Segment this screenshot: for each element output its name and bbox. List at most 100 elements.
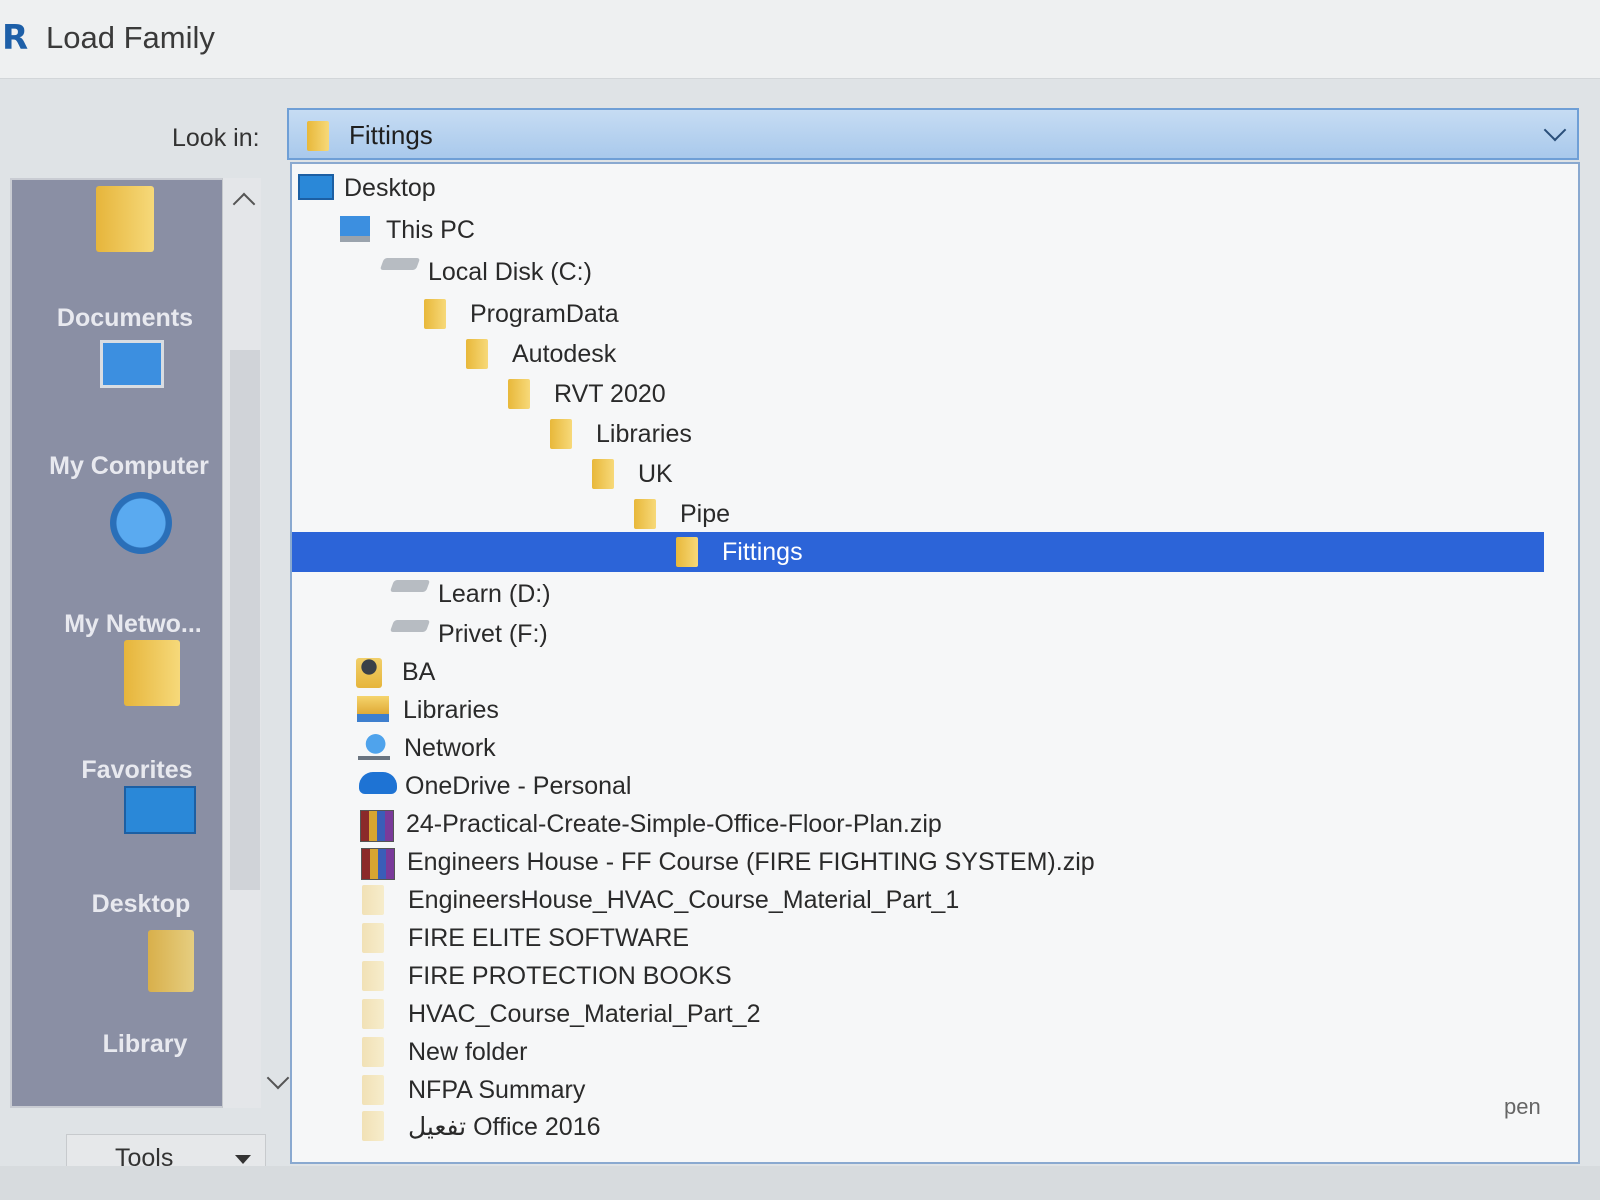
dropdown-item[interactable]: Pipe <box>292 494 1544 534</box>
dropdown-item[interactable]: HVAC_Course_Material_Part_2 <box>292 994 1544 1034</box>
places-item-label: Desktop <box>91 890 191 918</box>
libraries-icon <box>357 696 389 722</box>
dropdown-item[interactable]: BA <box>292 652 1544 692</box>
scroll-down-icon[interactable] <box>266 1066 290 1090</box>
bottom-strip <box>0 1166 1600 1200</box>
dropdown-item-label: RVT 2020 <box>554 380 666 408</box>
dropdown-item-label: FIRE PROTECTION BOOKS <box>408 962 732 990</box>
places-item-label: My Netwo... <box>64 610 202 638</box>
dropdown-item[interactable]: EngineersHouse_HVAC_Course_Material_Part… <box>292 880 1544 920</box>
folder-icon <box>362 885 384 915</box>
dropdown-item-label: EngineersHouse_HVAC_Course_Material_Part… <box>408 886 960 914</box>
folder-icon <box>362 923 384 953</box>
dropdown-item-label: Pipe <box>680 500 731 528</box>
dropdown-item[interactable]: RVT 2020 <box>292 374 1544 414</box>
dropdown-item-label: NFPA Summary <box>408 1076 586 1104</box>
dropdown-item-label: Libraries <box>596 420 692 448</box>
places-item-label: Favorites <box>81 756 193 784</box>
dropdown-item-label: OneDrive - Personal <box>405 772 632 800</box>
drive-icon <box>389 620 431 632</box>
dropdown-item[interactable]: OneDrive - Personal <box>292 766 1544 806</box>
folder-icon <box>676 537 698 567</box>
dropdown-item-label: New folder <box>408 1038 528 1066</box>
dropdown-item-label: HVAC_Course_Material_Part_2 <box>408 1000 761 1028</box>
revit-app-icon: R <box>2 18 29 58</box>
dropdown-item-label: Desktop <box>344 174 436 202</box>
dropdown-item[interactable]: Libraries <box>292 414 1544 454</box>
look-in-combobox[interactable]: Fittings <box>287 108 1579 160</box>
dropdown-item[interactable]: New folder <box>292 1032 1544 1072</box>
title-bar: R Load Family <box>0 0 1600 79</box>
folder-icon <box>550 419 572 449</box>
dropdown-item[interactable]: Autodesk <box>292 334 1544 374</box>
folder-icon <box>508 379 530 409</box>
dropdown-item-label: This PC <box>386 216 475 244</box>
documents-folder-icon <box>96 186 154 252</box>
dropdown-item-label: تفعيل Office 2016 <box>408 1113 601 1141</box>
dropdown-item[interactable]: This PC <box>292 210 1544 250</box>
window-title: Load Family <box>46 20 215 55</box>
caret-down-icon <box>235 1155 251 1164</box>
onedrive-cloud-icon <box>359 772 397 794</box>
dropdown-item-label: Local Disk (C:) <box>428 258 592 286</box>
folder-icon <box>424 299 446 329</box>
dropdown-item[interactable]: Desktop <box>292 168 1544 208</box>
zip-archive-icon <box>361 848 395 880</box>
dropdown-item-label: Fittings <box>722 538 803 566</box>
look-in-dropdown-list: Desktop This PC Local Disk (C:) ProgramData… <box>290 162 1580 1164</box>
look-in-value: Fittings <box>349 120 433 150</box>
dropdown-item[interactable]: تفعيل Office 2016 <box>292 1106 1544 1146</box>
folder-icon <box>362 999 384 1029</box>
folder-icon <box>592 459 614 489</box>
dropdown-item-label: BA <box>402 658 436 686</box>
zip-archive-icon <box>360 810 394 842</box>
folder-icon <box>634 499 656 529</box>
open-button-partial[interactable]: pen <box>1504 1094 1541 1120</box>
places-item-label: My Computer <box>49 452 209 480</box>
look-in-label: Look in: <box>172 124 260 152</box>
dropdown-item[interactable]: Libraries <box>292 690 1544 730</box>
dropdown-item-label: UK <box>638 460 673 488</box>
dropdown-item-selected[interactable]: Fittings <box>292 532 1544 572</box>
dropdown-item-label: FIRE ELITE SOFTWARE <box>408 924 690 952</box>
drive-icon <box>389 580 431 592</box>
dropdown-item[interactable]: NFPA Summary <box>292 1070 1544 1110</box>
user-folder-icon <box>356 658 382 688</box>
folder-icon <box>362 961 384 991</box>
computer-icon <box>100 340 164 388</box>
desktop-icon <box>298 174 334 200</box>
folder-icon <box>362 1111 384 1141</box>
dropdown-item-label: Privet (F:) <box>438 620 548 648</box>
drive-icon <box>379 258 421 270</box>
dropdown-item-label: Autodesk <box>512 340 617 368</box>
dropdown-item[interactable]: Privet (F:) <box>292 614 1544 654</box>
dropdown-item-label: ProgramData <box>470 300 619 328</box>
dropdown-item-label: Libraries <box>403 696 499 724</box>
network-globe-icon <box>110 492 172 554</box>
places-item-label: Library <box>102 1030 188 1058</box>
dropdown-item[interactable]: 24-Practical-Create-Simple-Office-Floor-… <box>292 804 1544 844</box>
folder-icon <box>307 121 329 151</box>
dropdown-item[interactable]: Learn (D:) <box>292 574 1544 614</box>
dropdown-item[interactable]: Network <box>292 728 1544 768</box>
dropdown-item[interactable]: Local Disk (C:) <box>292 252 1544 292</box>
dropdown-item[interactable]: UK <box>292 454 1544 494</box>
dropdown-item[interactable]: FIRE PROTECTION BOOKS <box>292 956 1544 996</box>
library-folder-icon <box>148 930 194 992</box>
dropdown-item[interactable]: Engineers House - FF Course (FIRE FIGHTI… <box>292 842 1544 882</box>
dropdown-item-label: Network <box>404 734 496 762</box>
dropdown-item[interactable]: FIRE ELITE SOFTWARE <box>292 918 1544 958</box>
dropdown-item-label: Learn (D:) <box>438 580 551 608</box>
desktop-icon <box>124 786 196 834</box>
dropdown-item-label: Engineers House - FF Course (FIRE FIGHTI… <box>407 848 1095 876</box>
network-icon <box>358 734 390 760</box>
chevron-down-icon[interactable] <box>1543 118 1567 142</box>
dropdown-item[interactable]: ProgramData <box>292 294 1544 334</box>
favorites-folder-icon <box>124 640 180 706</box>
folder-icon <box>466 339 488 369</box>
folder-icon <box>362 1037 384 1067</box>
places-item-label: Documents <box>56 304 194 332</box>
dropdown-item-label: 24-Practical-Create-Simple-Office-Floor-… <box>406 810 942 838</box>
folder-icon <box>362 1075 384 1105</box>
computer-icon <box>340 216 370 242</box>
